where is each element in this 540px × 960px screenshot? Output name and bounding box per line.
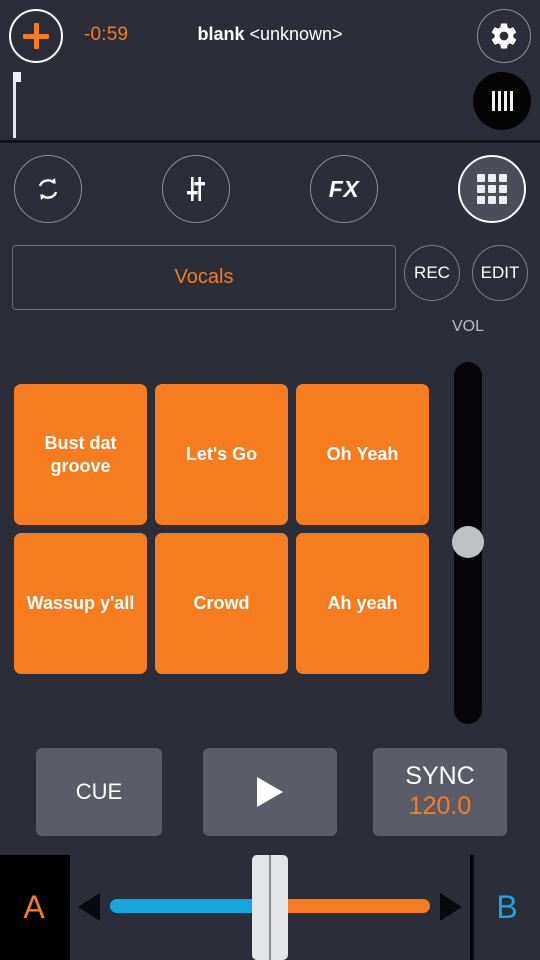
settings-button[interactable] [477,9,531,63]
bpm-value: 120.0 [408,791,472,820]
track-artist: <unknown> [249,24,343,44]
playhead-flag-icon [13,72,21,82]
loop-mode-button[interactable] [14,155,82,223]
crossfader-panel[interactable] [70,855,470,960]
sync-label: SYNC [405,762,475,791]
transport-controls: CUE SYNC 120.0 [0,738,540,838]
play-icon [257,777,283,807]
beat-bar-icon-4 [509,91,513,111]
beat-bar-icon-2 [497,91,501,111]
track-name: blank [197,24,245,44]
volume-label: VOL [451,318,484,335]
crossfader-bar: A B [0,855,540,960]
cue-label: CUE [75,779,123,804]
play-button[interactable] [203,748,337,836]
edit-label: EDIT [480,263,520,282]
deck-b-label[interactable]: B [472,855,540,960]
waveform-display[interactable] [0,66,476,142]
sample-bank-name: Vocals [174,266,234,288]
sample-pad[interactable]: Wassup y'all [14,533,147,674]
fx-label: FX [328,175,360,202]
pad-area: VOL Bust dat groove Let's Go Oh Yeah Was… [0,318,540,738]
crossfader-left-arrow-icon[interactable] [78,893,100,921]
crossfader-right-arrow-icon[interactable] [440,893,462,921]
sample-bank-selector[interactable]: Vocals [12,245,396,310]
crossfader-track-left [110,899,270,913]
record-label: REC [414,263,450,282]
header: -0:59 blank <unknown> [0,0,540,142]
volume-slider-knob[interactable] [452,526,484,558]
beat-bar-icon-1 [491,91,495,111]
crossfader-handle[interactable] [252,855,288,960]
mode-selector-row: FX [0,142,540,236]
pads-mode-button[interactable] [458,155,526,223]
deck-a-label[interactable]: A [0,855,68,960]
edit-button[interactable]: EDIT [472,245,528,301]
crossfader-track-right [270,899,430,913]
gear-icon [491,23,517,49]
beat-bars-button[interactable] [473,72,531,130]
track-title: blank <unknown> [0,24,540,45]
sample-pad[interactable]: Crowd [155,533,288,674]
app-root: -0:59 blank <unknown> FX Vocals REC EDIT… [0,0,540,960]
sample-pad[interactable]: Oh Yeah [296,384,429,525]
eq-sliders-icon [187,177,205,201]
pad-grid-icon [477,174,507,204]
sync-button[interactable]: SYNC 120.0 [373,748,507,836]
beat-bar-icon-3 [503,91,507,111]
bank-row: Vocals REC EDIT [0,236,540,318]
sample-pad-grid: Bust dat groove Let's Go Oh Yeah Wassup … [14,384,429,674]
sample-pad[interactable]: Bust dat groove [14,384,147,525]
fx-mode-button[interactable]: FX [310,155,378,223]
record-button[interactable]: REC [404,245,460,301]
loop-icon [38,178,58,200]
cue-button[interactable]: CUE [36,748,162,836]
sample-pad[interactable]: Ah yeah [296,533,429,674]
sample-pad[interactable]: Let's Go [155,384,288,525]
eq-mode-button[interactable] [162,155,230,223]
